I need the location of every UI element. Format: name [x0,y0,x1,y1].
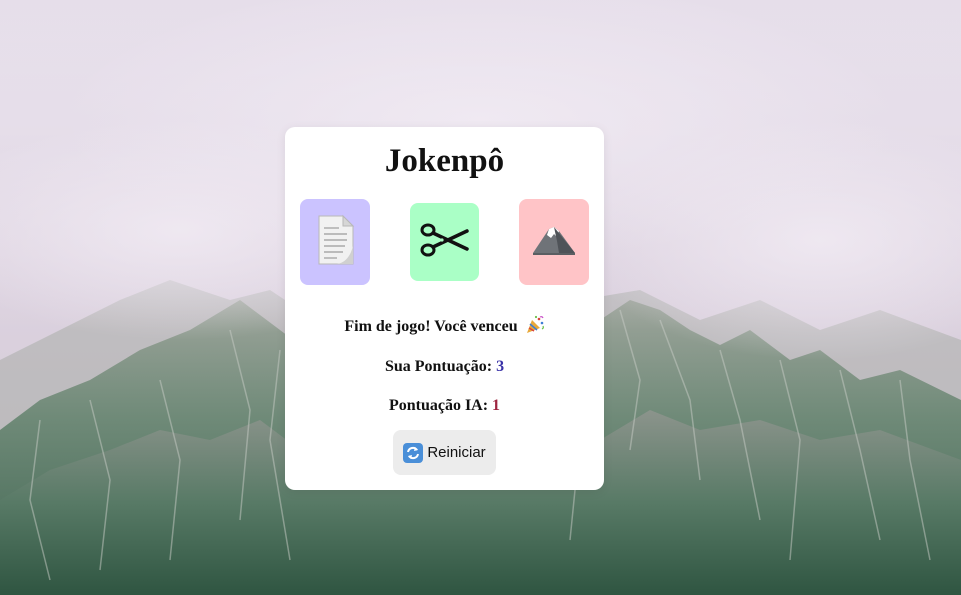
player-score-value: 3 [496,358,505,375]
mountain-icon [531,223,577,262]
ai-score-value: 1 [492,397,501,414]
player-score: Sua Pontuação: 3 [285,356,604,378]
party-popper-icon [525,315,545,342]
scissors-icon [420,222,470,263]
ai-score-label: Pontuação IA: [388,397,489,414]
player-score-label: Sua Pontuação: [384,358,493,375]
refresh-icon [403,442,424,463]
game-card: Jokenpô Fim de jogo! Você venceu Sua Pon… [285,127,604,490]
rock-choice-button[interactable] [519,199,589,285]
game-title: Jokenpô [384,143,505,179]
restart-button[interactable]: Reiniciar [393,430,496,475]
paper-icon [313,212,357,273]
restart-label: Reiniciar [427,444,486,461]
result-message: Fim de jogo! Você venceu [285,315,604,342]
scissors-choice-button[interactable] [410,203,479,281]
result-text: Fim de jogo! Você venceu [344,318,518,335]
paper-choice-button[interactable] [300,199,370,285]
choice-list [285,199,604,285]
ai-score: Pontuação IA: 1 [285,395,604,417]
